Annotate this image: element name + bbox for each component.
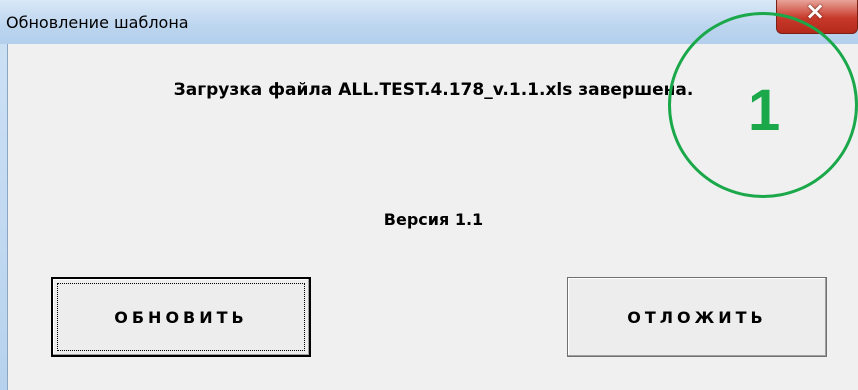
close-icon: × xyxy=(805,0,826,25)
postpone-button[interactable]: ОТЛОЖИТЬ xyxy=(567,277,827,357)
version-label: Версия 1.1 xyxy=(383,210,484,229)
window-title: Обновление шаблона xyxy=(6,13,189,32)
annotation-number: 1 xyxy=(748,78,781,143)
dialog-window: Обновление шаблона × Загрузка файла ALL.… xyxy=(0,0,858,390)
focus-rectangle xyxy=(57,283,305,351)
postpone-button-label: ОТЛОЖИТЬ xyxy=(627,307,767,327)
update-button[interactable]: ОБНОВИТЬ xyxy=(51,277,311,357)
